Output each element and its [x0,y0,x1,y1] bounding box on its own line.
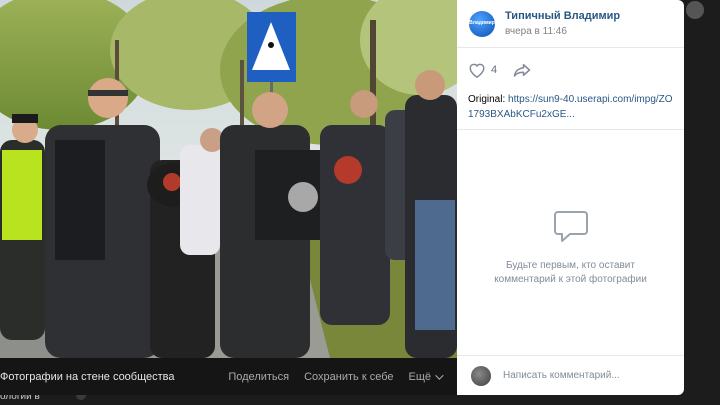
photo-side-panel: Владимир Типичный Владимир вчера в 11:46… [457,0,684,395]
current-user-avatar [471,365,491,386]
album-title[interactable]: Фотографии на стене сообщества [0,371,228,383]
author-info: Типичный Владимир вчера в 11:46 [505,10,620,37]
author-avatar[interactable]: Владимир [469,10,495,37]
comments-empty-text: Будьте первым, кто оставит комментарий к… [494,259,647,285]
photo-image [0,0,457,358]
author-avatar-text: Владимир [469,20,495,26]
post-actions: 4 [457,48,684,92]
photo[interactable] [0,0,457,358]
like-count: 4 [491,64,498,76]
save-photo-button[interactable]: Сохранить к себе [304,371,393,383]
heart-icon [469,63,485,78]
viewer-bottom-bar: Фотографии на стене сообщества Поделитьс… [0,358,457,395]
comment-composer [457,355,684,395]
original-label: Original: [468,94,506,105]
more-button[interactable]: Ещё [408,370,444,383]
background-avatar [686,1,704,19]
author-name[interactable]: Типичный Владимир [505,10,620,22]
more-label: Ещё [408,370,431,383]
comment-bubble-icon [553,210,588,242]
chevron-down-icon [435,370,444,380]
post-author: Владимир Типичный Владимир вчера в 11:46 [457,0,684,48]
photo-viewer: Фотографии на стене сообщества Поделитьс… [0,0,457,395]
comment-input[interactable] [503,370,673,381]
photo-description: Original: https://sun9-40.userapi.com/im… [457,92,684,130]
comments-empty-state: Будьте первым, кто оставит комментарий к… [457,130,684,355]
share-button[interactable] [513,63,531,77]
post-time[interactable]: вчера в 11:46 [505,26,620,37]
share-photo-button[interactable]: Поделиться [228,371,289,383]
like-button[interactable]: 4 [468,62,497,78]
share-arrow-icon [513,64,531,77]
